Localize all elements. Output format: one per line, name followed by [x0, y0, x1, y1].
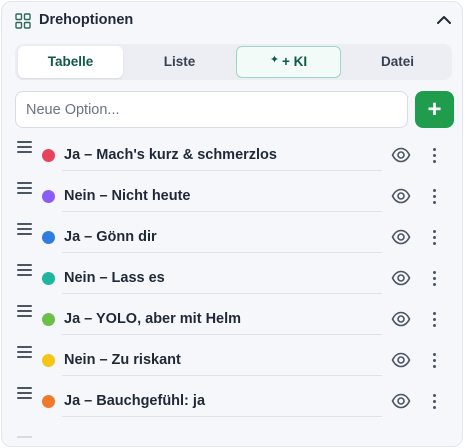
option-label-field[interactable]: Nein – Zu riskant — [62, 345, 382, 376]
tab-datei[interactable]: Datei — [345, 46, 450, 78]
eye-icon[interactable] — [391, 186, 411, 206]
tab-tabelle[interactable]: Tabelle — [18, 46, 123, 78]
drag-handle-icon[interactable] — [17, 141, 32, 153]
list-item: Ja – Bauchgefühl: ja — [2, 382, 462, 423]
view-tabs: Tabelle Liste ✦ + KI Datei — [15, 44, 452, 80]
panel-title: Drehoptionen — [39, 12, 134, 28]
option-label: Ja – Mach's kurz & schmerzlos — [64, 147, 277, 163]
option-label-field[interactable]: Ja – Gönn dir — [62, 222, 382, 253]
spin-options-panel: Drehoptionen Tabelle Liste ✦+ KI Datei +… — [1, 1, 463, 447]
new-option-row: + — [15, 91, 454, 128]
list-item: Nein – Lass es — [2, 259, 462, 300]
add-option-button[interactable]: + — [415, 91, 454, 128]
drag-handle-icon[interactable] — [17, 223, 32, 235]
tab-label: Datei — [380, 54, 414, 69]
grid-icon — [15, 13, 31, 29]
tab-ki[interactable]: ✦ + KI — [236, 46, 341, 78]
option-label: Ja – Bauchgefühl: ja — [64, 393, 206, 409]
drag-handle-icon[interactable] — [17, 387, 32, 399]
new-option-input[interactable] — [15, 91, 408, 128]
eye-icon[interactable] — [391, 391, 411, 411]
eye-icon[interactable] — [391, 309, 411, 329]
tab-label: + KI — [282, 54, 308, 69]
list-item: Ja – YOLO, aber mit Helm — [2, 300, 462, 341]
list-item: Ja – Gönn dir — [2, 218, 462, 259]
more-vertical-icon[interactable] — [427, 391, 441, 411]
color-dot[interactable] — [42, 313, 55, 326]
chevron-up-icon[interactable] — [435, 11, 453, 29]
list-item: Nein – Zu riskant — [2, 341, 462, 382]
option-label: Nein – Lass es — [64, 270, 165, 286]
more-vertical-icon[interactable] — [427, 350, 441, 370]
tab-label: Liste — [163, 54, 196, 69]
more-vertical-icon[interactable] — [427, 309, 441, 329]
option-label: Ja – YOLO, aber mit Helm — [64, 311, 242, 327]
list-item: Nein – Nicht heute — [2, 177, 462, 218]
option-label-field[interactable]: Nein – Nicht heute — [62, 181, 382, 212]
option-label-field[interactable]: Nein – Lass es — [62, 263, 382, 294]
option-label-field[interactable]: Ja – YOLO, aber mit Helm — [62, 304, 382, 335]
drag-handle-icon[interactable] — [17, 305, 32, 317]
option-label: Nein – Nicht heute — [64, 188, 191, 204]
drag-handle-icon[interactable] — [17, 264, 32, 276]
more-vertical-icon[interactable] — [427, 186, 441, 206]
drag-handle-icon[interactable] — [17, 182, 32, 194]
option-label-field[interactable]: Ja – Mach's kurz & schmerzlos — [62, 140, 382, 171]
more-vertical-icon[interactable] — [427, 227, 441, 247]
tab-label: Tabelle — [47, 54, 94, 69]
more-vertical-icon[interactable] — [427, 268, 441, 288]
color-dot[interactable] — [42, 395, 55, 408]
drag-handle-icon[interactable] — [17, 346, 32, 358]
sparkle-icon: ✦ — [269, 54, 280, 66]
color-dot[interactable] — [42, 149, 55, 162]
tab-liste[interactable]: Liste — [127, 46, 232, 78]
eye-icon[interactable] — [391, 145, 411, 165]
color-dot[interactable] — [42, 272, 55, 285]
color-dot[interactable] — [42, 190, 55, 203]
eye-icon[interactable] — [391, 268, 411, 288]
more-vertical-icon[interactable] — [427, 145, 441, 165]
option-label: Ja – Gönn dir — [64, 229, 157, 245]
color-dot[interactable] — [42, 354, 55, 367]
color-dot[interactable] — [42, 231, 55, 244]
next-item-peek — [17, 436, 32, 438]
list-item: Ja – Mach's kurz & schmerzlos — [2, 136, 462, 177]
panel-header: Drehoptionen — [2, 2, 462, 40]
option-label: Nein – Zu riskant — [64, 352, 181, 368]
eye-icon[interactable] — [391, 350, 411, 370]
option-label-field[interactable]: Ja – Bauchgefühl: ja — [62, 386, 382, 417]
eye-icon[interactable] — [391, 227, 411, 247]
